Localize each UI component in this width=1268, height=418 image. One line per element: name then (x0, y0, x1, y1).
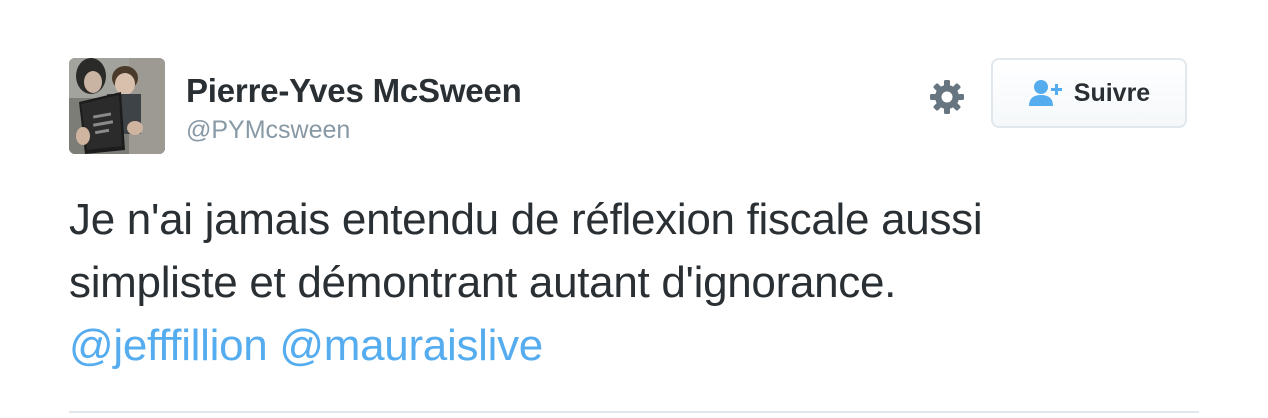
add-user-icon (1028, 80, 1062, 106)
follow-button[interactable]: Suivre (991, 58, 1187, 128)
display-name[interactable]: Pierre-Yves McSween (186, 72, 522, 110)
tweet-text: Je n'ai jamais entendu de réflexion fisc… (69, 188, 1199, 377)
tweet-text-line-2: simpliste et démontrant autant d'ignoran… (69, 258, 897, 307)
divider (69, 411, 1199, 413)
mention-mauraislive-link[interactable]: @mauraislive (279, 321, 543, 370)
mention-jefffillion-link[interactable]: @jefffillion (69, 321, 268, 370)
avatar[interactable] (69, 58, 165, 154)
tweet-mentions: @jefffillion @mauraislive (69, 314, 1199, 377)
tweet-text-line-1: Je n'ai jamais entendu de réflexion fisc… (69, 195, 983, 244)
follow-label: Suivre (1073, 78, 1151, 107)
tweet-card: Pierre-Yves McSween @PYMcsween Suivre Je… (0, 0, 1268, 418)
gear-icon[interactable] (927, 77, 967, 117)
user-handle[interactable]: @PYMcsween (186, 116, 350, 145)
